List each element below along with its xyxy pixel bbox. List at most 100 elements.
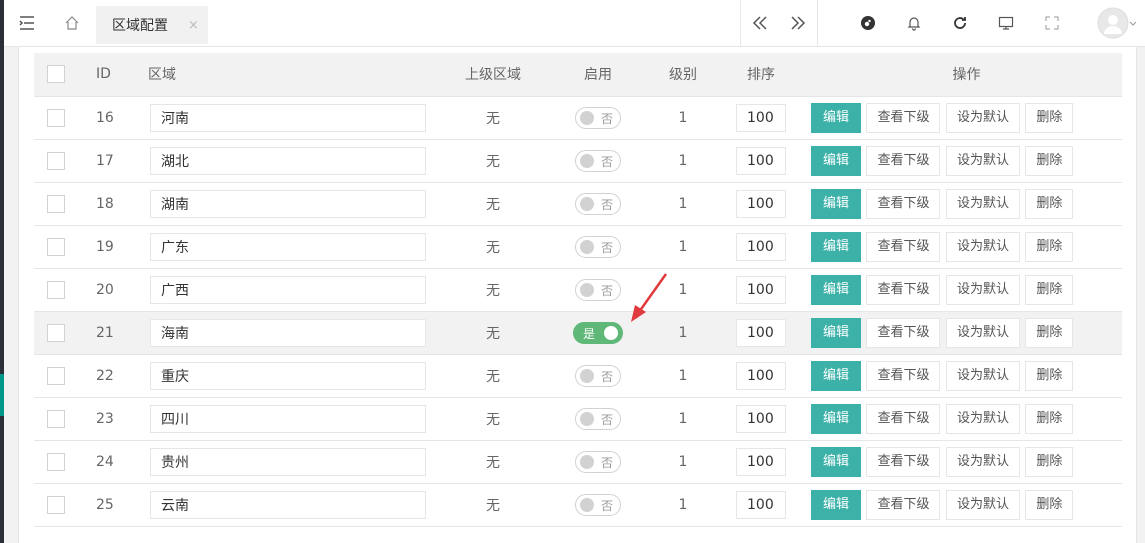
view-children-button[interactable]: 查看下级 xyxy=(866,102,941,133)
menu-toggle-icon[interactable] xyxy=(4,0,50,46)
set-default-button[interactable]: 设为默认 xyxy=(945,102,1020,133)
edit-button[interactable]: 编辑 xyxy=(811,188,862,219)
delete-button[interactable]: 删除 xyxy=(1025,317,1074,348)
region-name-input[interactable]: 贵州 xyxy=(150,447,426,476)
enable-toggle[interactable]: 否 xyxy=(575,364,621,387)
region-name-input[interactable]: 海南 xyxy=(150,318,426,347)
bell-icon[interactable] xyxy=(900,0,928,46)
scroll-left-icon[interactable] xyxy=(741,0,779,46)
header-select-all[interactable] xyxy=(34,53,78,97)
view-children-button[interactable]: 查看下级 xyxy=(866,489,941,520)
enable-toggle[interactable]: 否 xyxy=(575,235,621,258)
delete-button[interactable]: 删除 xyxy=(1025,102,1074,133)
monitor-icon[interactable] xyxy=(992,0,1020,46)
row-checkbox[interactable] xyxy=(47,237,65,256)
view-children-button[interactable]: 查看下级 xyxy=(866,188,941,219)
set-default-button[interactable]: 设为默认 xyxy=(945,446,1020,477)
delete-button[interactable]: 删除 xyxy=(1025,403,1074,434)
sort-input[interactable]: 100 xyxy=(736,146,786,175)
enable-toggle[interactable]: 否 xyxy=(575,192,621,215)
enable-toggle[interactable]: 否 xyxy=(575,407,621,430)
edit-button[interactable]: 编辑 xyxy=(811,360,862,391)
edit-button[interactable]: 编辑 xyxy=(811,274,862,305)
region-name-input[interactable]: 广东 xyxy=(150,232,426,261)
set-default-button[interactable]: 设为默认 xyxy=(945,231,1020,262)
sort-input[interactable]: 100 xyxy=(736,404,786,433)
sort-input[interactable]: 100 xyxy=(736,318,786,347)
row-checkbox[interactable] xyxy=(47,323,65,342)
enable-toggle[interactable]: 否 xyxy=(575,149,621,172)
row-select-cell[interactable] xyxy=(34,354,78,398)
delete-button[interactable]: 删除 xyxy=(1025,489,1074,520)
view-children-button[interactable]: 查看下级 xyxy=(866,317,941,348)
enable-toggle[interactable]: 否 xyxy=(575,106,621,129)
enable-toggle[interactable]: 否 xyxy=(575,278,621,301)
sort-input[interactable]: 100 xyxy=(736,361,786,390)
enable-toggle[interactable]: 否 xyxy=(575,450,621,473)
sort-input[interactable]: 100 xyxy=(736,103,786,132)
set-default-button[interactable]: 设为默认 xyxy=(945,145,1020,176)
enable-toggle[interactable]: 否 xyxy=(575,493,621,516)
sort-input[interactable]: 100 xyxy=(736,275,786,304)
view-children-button[interactable]: 查看下级 xyxy=(866,145,941,176)
set-default-button[interactable]: 设为默认 xyxy=(945,188,1020,219)
view-children-button[interactable]: 查看下级 xyxy=(866,274,941,305)
edit-button[interactable]: 编辑 xyxy=(811,145,862,176)
delete-button[interactable]: 删除 xyxy=(1025,145,1074,176)
view-children-button[interactable]: 查看下级 xyxy=(866,403,941,434)
delete-button[interactable]: 删除 xyxy=(1025,188,1074,219)
row-select-cell[interactable] xyxy=(34,483,78,527)
set-default-button[interactable]: 设为默认 xyxy=(945,274,1020,305)
row-select-cell[interactable] xyxy=(34,139,78,183)
row-checkbox[interactable] xyxy=(47,452,65,471)
row-checkbox[interactable] xyxy=(47,366,65,385)
fullscreen-icon[interactable] xyxy=(1038,0,1066,46)
row-select-cell[interactable] xyxy=(34,268,78,312)
region-name-input[interactable]: 广西 xyxy=(150,275,426,304)
refresh-icon[interactable] xyxy=(946,0,974,46)
region-name-input[interactable]: 河南 xyxy=(150,103,426,132)
row-select-cell[interactable] xyxy=(34,397,78,441)
row-checkbox[interactable] xyxy=(47,280,65,299)
region-name-input[interactable]: 重庆 xyxy=(150,361,426,390)
sort-input[interactable]: 100 xyxy=(736,232,786,261)
view-children-button[interactable]: 查看下级 xyxy=(866,446,941,477)
tab-close-icon[interactable]: × xyxy=(188,18,199,33)
sort-input[interactable]: 100 xyxy=(736,447,786,476)
region-name-input[interactable]: 云南 xyxy=(150,490,426,519)
set-default-button[interactable]: 设为默认 xyxy=(945,360,1020,391)
view-children-button[interactable]: 查看下级 xyxy=(866,231,941,262)
delete-button[interactable]: 删除 xyxy=(1025,446,1074,477)
set-default-button[interactable]: 设为默认 xyxy=(945,489,1020,520)
row-checkbox[interactable] xyxy=(47,108,65,127)
row-select-cell[interactable] xyxy=(34,311,78,355)
region-name-input[interactable]: 湖南 xyxy=(150,189,426,218)
delete-button[interactable]: 删除 xyxy=(1025,360,1074,391)
row-checkbox[interactable] xyxy=(47,151,65,170)
edit-button[interactable]: 编辑 xyxy=(811,403,862,434)
region-name-input[interactable]: 四川 xyxy=(150,404,426,433)
row-checkbox[interactable] xyxy=(47,409,65,428)
edit-button[interactable]: 编辑 xyxy=(811,489,862,520)
row-select-cell[interactable] xyxy=(34,440,78,484)
edit-button[interactable]: 编辑 xyxy=(811,317,862,348)
row-checkbox[interactable] xyxy=(47,495,65,514)
sort-input[interactable]: 100 xyxy=(736,490,786,519)
row-select-cell[interactable] xyxy=(34,182,78,226)
tab-region-config[interactable]: 区域配置 × xyxy=(96,6,208,44)
row-select-cell[interactable] xyxy=(34,225,78,269)
edit-button[interactable]: 编辑 xyxy=(811,102,862,133)
set-default-button[interactable]: 设为默认 xyxy=(945,403,1020,434)
sort-input[interactable]: 100 xyxy=(736,189,786,218)
edit-button[interactable]: 编辑 xyxy=(811,231,862,262)
region-name-input[interactable]: 湖北 xyxy=(150,146,426,175)
avatar[interactable] xyxy=(1094,0,1140,46)
enable-toggle[interactable]: 是 xyxy=(573,321,623,344)
view-children-button[interactable]: 查看下级 xyxy=(866,360,941,391)
set-default-button[interactable]: 设为默认 xyxy=(945,317,1020,348)
row-select-cell[interactable] xyxy=(34,96,78,140)
home-icon[interactable] xyxy=(50,0,94,46)
scroll-right-icon[interactable] xyxy=(779,0,817,46)
edit-button[interactable]: 编辑 xyxy=(811,446,862,477)
select-all-checkbox[interactable] xyxy=(47,65,65,84)
